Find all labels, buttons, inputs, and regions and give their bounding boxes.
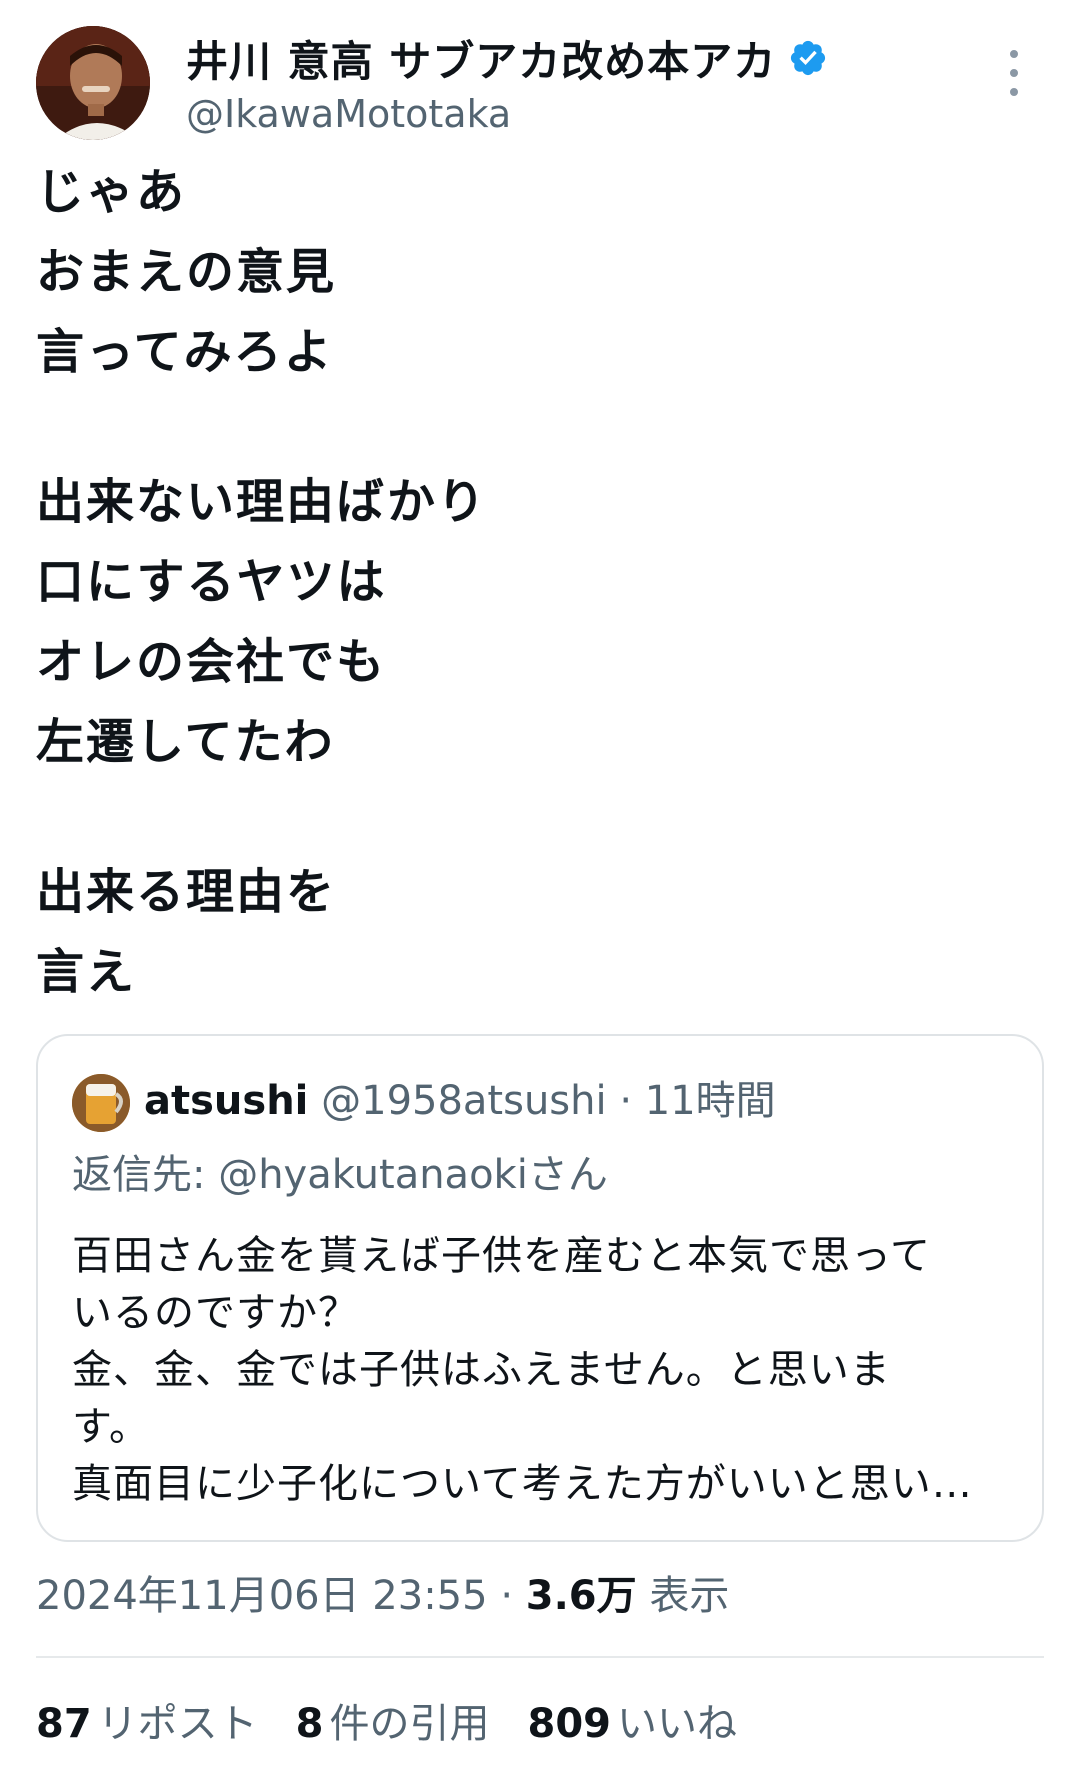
tweet-line: 言え (36, 944, 137, 1000)
more-dot (1010, 50, 1018, 58)
author-display-name[interactable]: 井川 意高 サブアカ改め本アカ (186, 28, 776, 89)
author-names: 井川 意高 サブアカ改め本アカ @IkawaMototaka (186, 30, 946, 136)
quoted-author-handle[interactable]: @1958atsushi (321, 1078, 607, 1124)
tweet-line: じゃあ (36, 164, 187, 220)
quoted-header: atsushi @1958atsushi · 11時間 (144, 1072, 776, 1130)
display-name-row: 井川 意高 サブアカ改め本アカ (186, 30, 946, 86)
tweet-meta: 2024年11月06日 23:55 · 3.6万 表示 (36, 1568, 729, 1624)
quoted-line: 百田さん金を貰えば子供を産むと本気で思って (72, 1233, 931, 1279)
reposts-count: 87 (36, 1701, 92, 1747)
tweet-line: 言ってみろよ (36, 324, 334, 380)
quoted-line: いるのですか？ (72, 1290, 359, 1336)
quoted-line: 真面目に少子化について考えた方がいいと思い… (72, 1461, 973, 1507)
quotes-stat[interactable]: 8 件の引用 (296, 1696, 490, 1752)
quoted-separator: · (619, 1078, 633, 1124)
likes-count: 809 (527, 1701, 612, 1747)
likes-label: いいね (617, 1701, 738, 1747)
quoted-reply-to[interactable]: 返信先: @hyakutanaokiさん (72, 1146, 608, 1204)
quoted-tweet-card[interactable]: atsushi @1958atsushi · 11時間 返信先: @hyakut… (36, 1034, 1044, 1542)
tweet-line: 出来ない理由ばかり (36, 474, 487, 530)
quoted-author-avatar[interactable] (72, 1074, 130, 1132)
author-avatar[interactable] (36, 26, 150, 140)
quotes-label: 件の引用 (329, 1701, 490, 1747)
verified-badge-icon[interactable] (788, 38, 828, 78)
more-dot (1010, 69, 1018, 77)
quoted-text: 百田さん金を貰えば子供を産むと本気で思って いるのですか？ 金、金、金では子供は… (72, 1228, 1012, 1513)
tweet-line: オレの会社でも (36, 634, 387, 690)
quoted-line: 金、金、金では子供はふえません。と思いま (72, 1347, 891, 1393)
tweet-datetime[interactable]: 2024年11月06日 23:55 (36, 1573, 488, 1619)
quoted-timestamp[interactable]: 11時間 (645, 1078, 776, 1124)
meta-separator: · (500, 1573, 514, 1619)
quoted-line: す。 (72, 1404, 150, 1450)
tweet-header: 井川 意高 サブアカ改め本アカ @IkawaMototaka (36, 26, 1044, 146)
tweet-line: 口にするヤツは (36, 554, 387, 610)
likes-stat[interactable]: 809 いいね (528, 1696, 738, 1752)
tweet-line: 出来る理由を (36, 864, 337, 920)
reposts-label: リポスト (97, 1701, 258, 1747)
quoted-author-name[interactable]: atsushi (144, 1078, 308, 1124)
tweet-text: じゃあ おまえの意見 言ってみろよ 出来ない理由ばかり 口にするヤツは オレの会… (36, 152, 1036, 1012)
engagement-stats: 87 リポスト 8 件の引用 809 いいね (36, 1696, 737, 1752)
quotes-count: 8 (295, 1701, 324, 1747)
more-vertical-icon[interactable] (1000, 50, 1028, 96)
tweet-line: 左遷してたわ (36, 714, 335, 770)
more-dot (1010, 88, 1018, 96)
reposts-stat[interactable]: 87 リポスト (36, 1696, 258, 1752)
tweet-line: おまえの意見 (36, 244, 337, 300)
views-label: 表示 (649, 1573, 730, 1619)
divider (36, 1656, 1044, 1658)
views-count: 3.6万 (525, 1573, 637, 1619)
author-handle[interactable]: @IkawaMototaka (186, 92, 946, 136)
